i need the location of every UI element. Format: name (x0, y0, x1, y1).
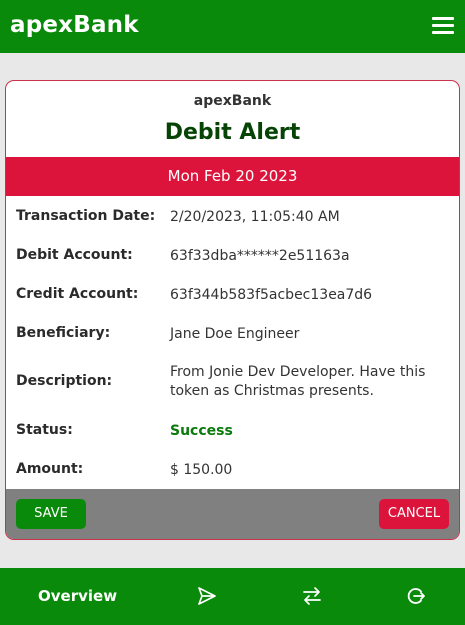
field-label: Debit Account: (16, 247, 133, 263)
cancel-button[interactable]: CANCEL (379, 499, 449, 529)
send-icon[interactable] (196, 585, 218, 607)
app-brand: apexBank (10, 12, 139, 38)
field-label: Status: (16, 422, 73, 438)
field-value: Jane Doe Engineer (170, 326, 300, 342)
logout-icon[interactable] (405, 585, 427, 607)
field-label: Credit Account: (16, 286, 139, 302)
action-bar: SAVE CANCEL (6, 489, 459, 539)
card-title: Debit Alert (164, 120, 301, 145)
field-value: 63f344b583f5acbec13ea7d6 (170, 287, 373, 303)
field-value: 2/20/2023, 11:05:40 AM (170, 209, 340, 225)
card-brand: apexBank (193, 93, 272, 109)
field-label: Description: (16, 373, 113, 389)
field-label: Amount: (16, 461, 84, 477)
debit-alert-card: apexBank Debit Alert Mon Feb 20 2023 Tra… (5, 80, 460, 540)
field-label: Transaction Date: (16, 208, 156, 224)
bottom-navigation: Overview (0, 568, 465, 625)
status-value: Success (170, 423, 233, 439)
save-button[interactable]: SAVE (16, 499, 86, 529)
field-value: $ 150.00 (170, 462, 233, 478)
top-app-bar: apexBank (0, 0, 465, 53)
field-value: 63f33dba******2e51163a (170, 248, 350, 264)
field-label: Beneficiary: (16, 325, 111, 341)
transfer-icon[interactable] (301, 585, 323, 607)
field-value: From Jonie Dev Developer. Have this toke… (170, 364, 426, 399)
nav-overview[interactable]: Overview (38, 587, 117, 605)
date-banner: Mon Feb 20 2023 (6, 157, 459, 196)
hamburger-menu-icon[interactable] (432, 17, 454, 35)
